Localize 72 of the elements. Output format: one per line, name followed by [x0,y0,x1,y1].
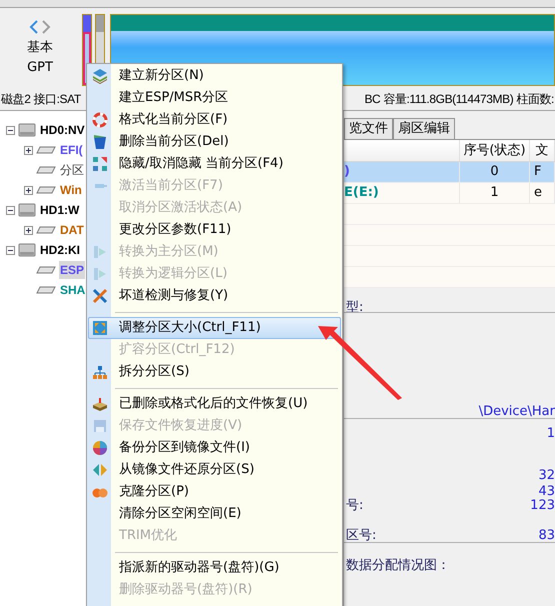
menu-item[interactable]: 克隆分区(P) [88,481,341,503]
collapse-icon[interactable] [6,246,15,254]
menu-item[interactable]: 建立新分区(N) [88,65,341,87]
pie-icon [92,440,108,456]
resize-icon [92,320,108,336]
menu-item[interactable]: 隐藏/取消隐藏 当前分区(F4) [88,153,341,175]
disk-type-label: 基本 [27,39,53,57]
partition-icon [36,286,56,294]
expand-icon[interactable] [24,186,33,194]
detail-value: 32 [538,467,555,485]
split-triangles-icon [92,462,108,478]
partition-icon [36,146,56,154]
partition-icon [36,226,56,234]
disk-info: 磁盘2 接口:SAT [1,91,81,108]
tree-item[interactable]: SHA [59,281,86,299]
detail-value: \Device\Har [478,403,555,421]
detail-label: 区号: [346,527,376,545]
table-cell: F [530,162,555,182]
tree-item[interactable]: EFI( [59,141,84,159]
tree-item[interactable]: 分区 [59,161,85,179]
partition-style-label: GPT [27,58,53,76]
box-icon [92,396,108,412]
table-cell: e [530,183,555,203]
tree-item[interactable]: HD2:KI [39,241,82,259]
disk-capacity-info: BC 容量:111.8GB(114473MB) 柱面数: [364,91,554,108]
table-row[interactable]: E(E:) 1 e [344,183,555,204]
tree-item[interactable]: ESP [59,261,86,279]
tree-item[interactable]: HD0:NV [39,121,86,139]
lifebuoy-icon [92,112,108,128]
tab[interactable]: 扇区编辑 [393,118,455,139]
detail-value: 1 [546,425,555,443]
detail-value: 43 [538,483,555,499]
wrench-screwdriver-icon [92,288,108,304]
bucket-icon [92,134,108,150]
menu-item[interactable]: 备份分区到镜像文件(I) [88,437,341,459]
menu-item[interactable]: 更改分区参数(F11) [88,219,341,241]
menu-item[interactable]: 删除当前分区(Del) [88,131,341,153]
menu-item[interactable]: 指派新的驱动器号(盘符)(G) [88,557,341,579]
tab[interactable]: 览文件 [344,118,393,139]
detail-value: 123 [530,497,555,515]
tree-item[interactable]: Win [59,181,83,199]
convert-icon [92,266,108,282]
detail-label: 号: [346,497,364,515]
column-header[interactable]: 文 [530,140,555,161]
partition-icon [36,166,56,174]
menu-item[interactable]: 拆分分区(S) [88,361,341,383]
menu-item[interactable]: 已删除或格式化后的文件恢复(U) [88,393,341,415]
table-cell: E(E:) [344,183,460,203]
menu-item[interactable]: 建立ESP/MSR分区 [88,87,341,109]
tree-item[interactable]: DAT [59,221,85,239]
expand-icon[interactable] [24,146,33,154]
menu-item[interactable]: 调整分区大小(Ctrl_F11) [88,317,341,339]
column-header[interactable]: 序号(状态) [460,140,530,161]
expand-icon[interactable] [24,226,33,234]
tree-item[interactable]: HD1:W [39,201,80,219]
partition-icon [36,186,56,194]
table-row[interactable]: ) 0 F [344,162,555,183]
collapse-icon[interactable] [6,206,15,214]
collapse-icon[interactable] [6,126,15,134]
convert-icon [92,244,108,260]
detail-label: 数据分配情况图： [346,557,450,575]
layers-icon [92,68,108,84]
partition-icon [36,266,56,274]
table-cell: 1 [460,183,530,203]
table-cell: ) [344,162,460,182]
menu-item[interactable]: 从镜像文件还原分区(S) [88,459,341,481]
hierarchy-icon [92,364,108,380]
detail-value: 83 [538,527,555,545]
table-cell: 0 [460,162,530,182]
menu-item[interactable]: 坏道检测与修复(Y) [88,285,341,307]
menu-item[interactable]: 清除分区空闲空间(E) [88,503,341,525]
menu-item[interactable]: 格式化当前分区(F) [88,109,341,131]
